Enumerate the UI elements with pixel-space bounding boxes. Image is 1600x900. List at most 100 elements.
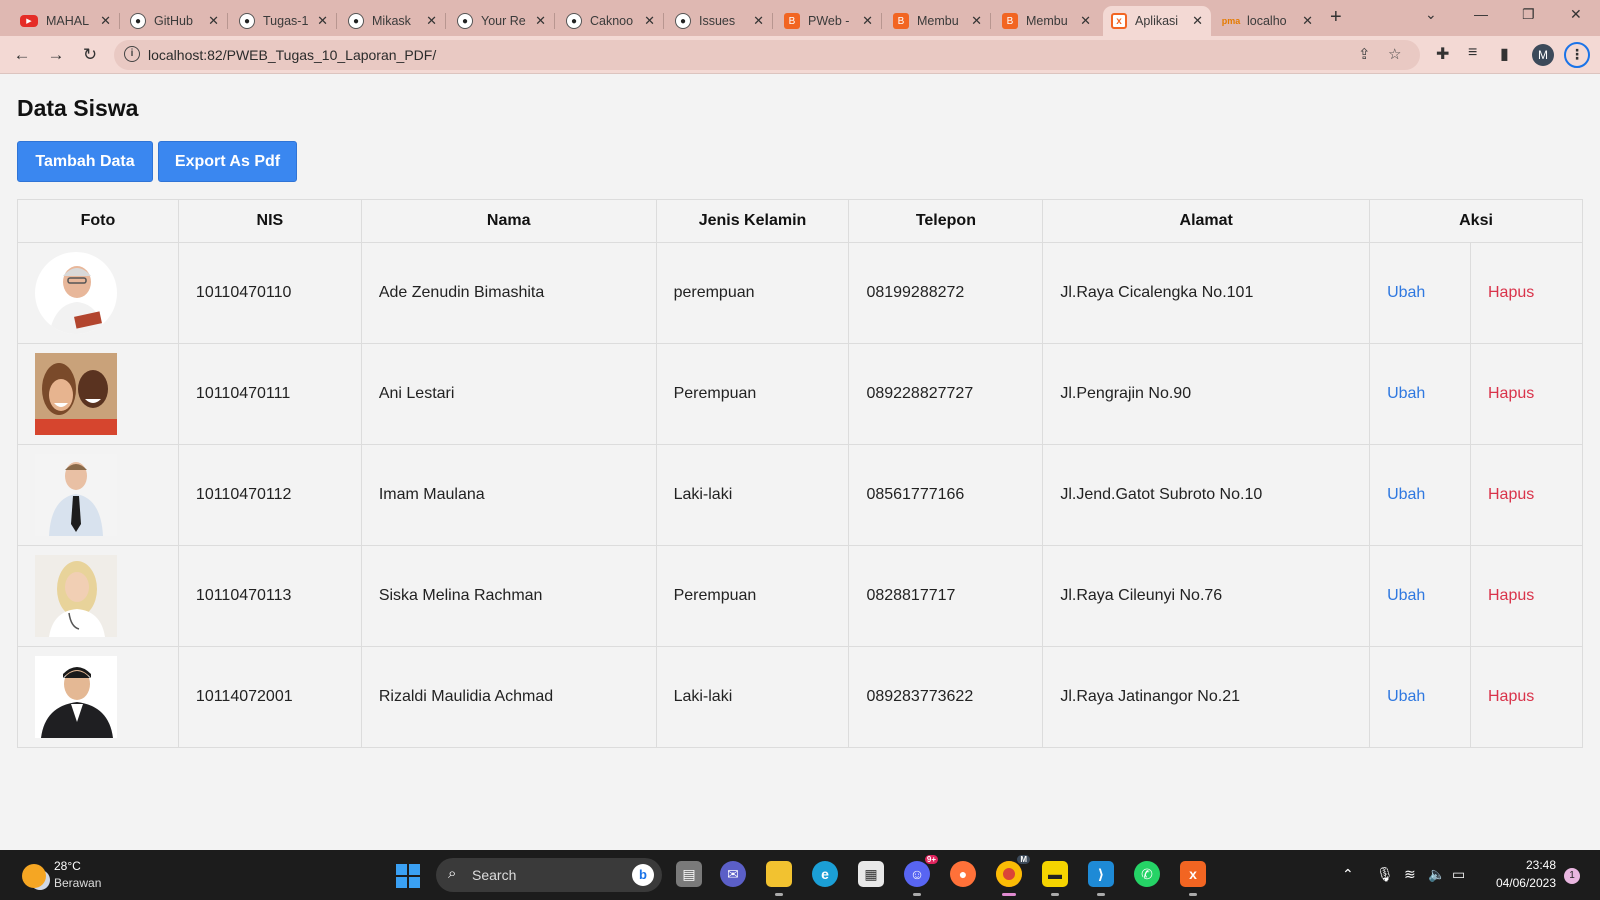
url-text[interactable]: localhost:82/PWEB_Tugas_10_Laporan_PDF/ xyxy=(148,47,436,63)
delete-link[interactable]: Hapus xyxy=(1488,688,1534,705)
photo-cell xyxy=(17,343,179,445)
battery-icon[interactable]: ▭ xyxy=(1452,866,1465,883)
page-title: Data Siswa xyxy=(17,95,139,121)
reload-icon[interactable]: ↻ xyxy=(78,43,102,67)
profile-avatar[interactable]: M xyxy=(1532,44,1554,66)
close-icon[interactable]: ✕ xyxy=(100,13,111,29)
youtube-icon: ▶ xyxy=(20,15,38,27)
cell-nis: 10110470111 xyxy=(177,343,362,445)
forward-icon[interactable]: → xyxy=(44,43,68,67)
tab-12[interactable]: pma localho ✕ xyxy=(1215,6,1321,36)
close-icon[interactable]: ✕ xyxy=(317,13,328,29)
weather-cloud-sun-icon[interactable] xyxy=(22,864,46,888)
discord-icon[interactable]: ☺ 9+ xyxy=(904,855,938,896)
share-icon[interactable]: ⇪ xyxy=(1358,45,1371,63)
address-bar[interactable]: i localhost:82/PWEB_Tugas_10_Laporan_PDF… xyxy=(114,40,1420,70)
whatsapp-icon[interactable]: ✆ xyxy=(1134,861,1160,887)
wifi-icon[interactable]: ≋ xyxy=(1404,866,1416,883)
table-row: 10110470110 Ade Zenudin Bimashita peremp… xyxy=(17,242,1583,344)
weather-temperature[interactable]: 28°C xyxy=(54,859,81,873)
delete-link[interactable]: Hapus xyxy=(1488,385,1534,402)
microphone-icon[interactable]: 🎙 xyxy=(1376,866,1394,883)
tab-title: Tugas-1 xyxy=(263,14,309,28)
close-icon[interactable]: ✕ xyxy=(208,13,219,29)
close-icon[interactable]: ✕ xyxy=(862,13,873,29)
browser-tab-strip: ▶ MAHAL ✕ ● GitHub ✕ ● Tugas-1 ✕ ● Mikas… xyxy=(0,0,1600,36)
xampp-taskbar-icon[interactable]: x xyxy=(1180,861,1206,896)
windows-taskbar: 28°C Berawan ⌕ Search b ▤ ✉ e ▦ ☺ 9+ ● M… xyxy=(0,850,1600,900)
close-icon[interactable]: ✕ xyxy=(426,13,437,29)
back-icon[interactable]: ← xyxy=(10,43,34,67)
windows-start-icon[interactable] xyxy=(396,864,420,888)
taskbar-search[interactable]: ⌕ Search b xyxy=(436,858,662,892)
close-icon[interactable]: ✕ xyxy=(1080,13,1091,29)
tab-title: Membu xyxy=(917,14,959,28)
delete-link[interactable]: Hapus xyxy=(1488,284,1534,301)
microsoft-store-icon[interactable]: ▦ xyxy=(858,861,884,887)
edit-link[interactable]: Ubah xyxy=(1387,688,1425,705)
tab-3[interactable]: ● Tugas-1 ✕ xyxy=(231,6,337,36)
notification-badge[interactable]: 1 xyxy=(1564,868,1580,884)
clock-date[interactable]: 04/06/2023 xyxy=(1484,876,1556,890)
tab-4[interactable]: ● Mikask ✕ xyxy=(340,6,446,36)
header-aksi: Aksi xyxy=(1369,199,1583,243)
edit-link[interactable]: Ubah xyxy=(1387,385,1425,402)
tab-title: Membu xyxy=(1026,14,1068,28)
header-alamat: Alamat xyxy=(1042,199,1371,243)
task-view-icon[interactable]: ▤ xyxy=(676,861,702,887)
tray-overflow-chevron-icon[interactable]: ⌃ xyxy=(1342,866,1354,883)
teams-chat-icon[interactable]: ✉ xyxy=(720,861,746,887)
restore-icon[interactable]: ❐ xyxy=(1522,6,1535,23)
tab-7[interactable]: ● Issues ✕ xyxy=(667,6,773,36)
volume-icon[interactable]: 🔈 xyxy=(1428,866,1445,883)
tab-5[interactable]: ● Your Re ✕ xyxy=(449,6,555,36)
tab-search-icon[interactable]: ⌄ xyxy=(1425,6,1437,23)
close-icon[interactable]: ✕ xyxy=(971,13,982,29)
side-panel-icon[interactable]: ▮ xyxy=(1500,44,1509,64)
media-control-icon[interactable]: ≡ xyxy=(1468,44,1477,62)
github-icon: ● xyxy=(566,13,582,29)
tab-8[interactable]: B PWeb - ✕ xyxy=(776,6,882,36)
tab-6[interactable]: ● Caknoo ✕ xyxy=(558,6,664,36)
search-label: Search xyxy=(472,867,517,883)
new-tab-icon[interactable]: + xyxy=(1330,6,1342,29)
minimize-icon[interactable]: — xyxy=(1474,6,1488,22)
edit-link[interactable]: Ubah xyxy=(1387,587,1425,604)
bing-icon[interactable]: b xyxy=(632,864,654,886)
close-icon[interactable]: ✕ xyxy=(644,13,655,29)
weather-description[interactable]: Berawan xyxy=(54,876,101,890)
tab-2[interactable]: ● GitHub ✕ xyxy=(122,6,228,36)
extensions-icon[interactable]: ✚ xyxy=(1436,44,1449,64)
close-icon[interactable]: ✕ xyxy=(1192,13,1203,29)
file-explorer-icon[interactable] xyxy=(766,861,792,896)
blogger-icon: B xyxy=(784,13,800,29)
delete-link[interactable]: Hapus xyxy=(1488,486,1534,503)
tab-10[interactable]: B Membu ✕ xyxy=(994,6,1099,36)
sticky-notes-icon[interactable]: ▬ xyxy=(1042,861,1068,896)
chrome-icon[interactable]: M xyxy=(996,855,1030,896)
close-icon[interactable]: ✕ xyxy=(1302,13,1313,29)
export-pdf-button[interactable]: Export As Pdf xyxy=(158,141,297,182)
edit-link[interactable]: Ubah xyxy=(1387,284,1425,301)
browser-menu-icon[interactable]: ⋮ xyxy=(1564,42,1590,68)
cell-edit: Ubah xyxy=(1369,444,1471,546)
search-icon: ⌕ xyxy=(448,865,457,882)
tab-9[interactable]: B Membu ✕ xyxy=(885,6,991,36)
clock-time[interactable]: 23:48 xyxy=(1504,858,1556,872)
cell-jenis-kelamin: Perempuan xyxy=(655,343,850,445)
close-icon[interactable]: ✕ xyxy=(753,13,764,29)
add-data-button[interactable]: Tambah Data xyxy=(17,141,153,182)
bookmark-star-icon[interactable]: ☆ xyxy=(1388,45,1401,63)
edge-icon[interactable]: e xyxy=(812,861,838,887)
tab-1[interactable]: ▶ MAHAL ✕ xyxy=(12,6,120,36)
vscode-icon[interactable]: ⟩ xyxy=(1088,861,1114,896)
close-icon[interactable]: ✕ xyxy=(535,13,546,29)
delete-link[interactable]: Hapus xyxy=(1488,587,1534,604)
window-close-icon[interactable]: ✕ xyxy=(1570,6,1582,23)
tab-11-active[interactable]: x Aplikasi ✕ xyxy=(1103,6,1211,36)
edit-link[interactable]: Ubah xyxy=(1387,486,1425,503)
cell-nis: 10110470110 xyxy=(177,242,362,344)
site-info-icon[interactable]: i xyxy=(124,46,140,62)
browser-toolbar: ← → ↻ i localhost:82/PWEB_Tugas_10_Lapor… xyxy=(0,36,1600,74)
firefox-icon[interactable]: ● xyxy=(950,861,976,887)
